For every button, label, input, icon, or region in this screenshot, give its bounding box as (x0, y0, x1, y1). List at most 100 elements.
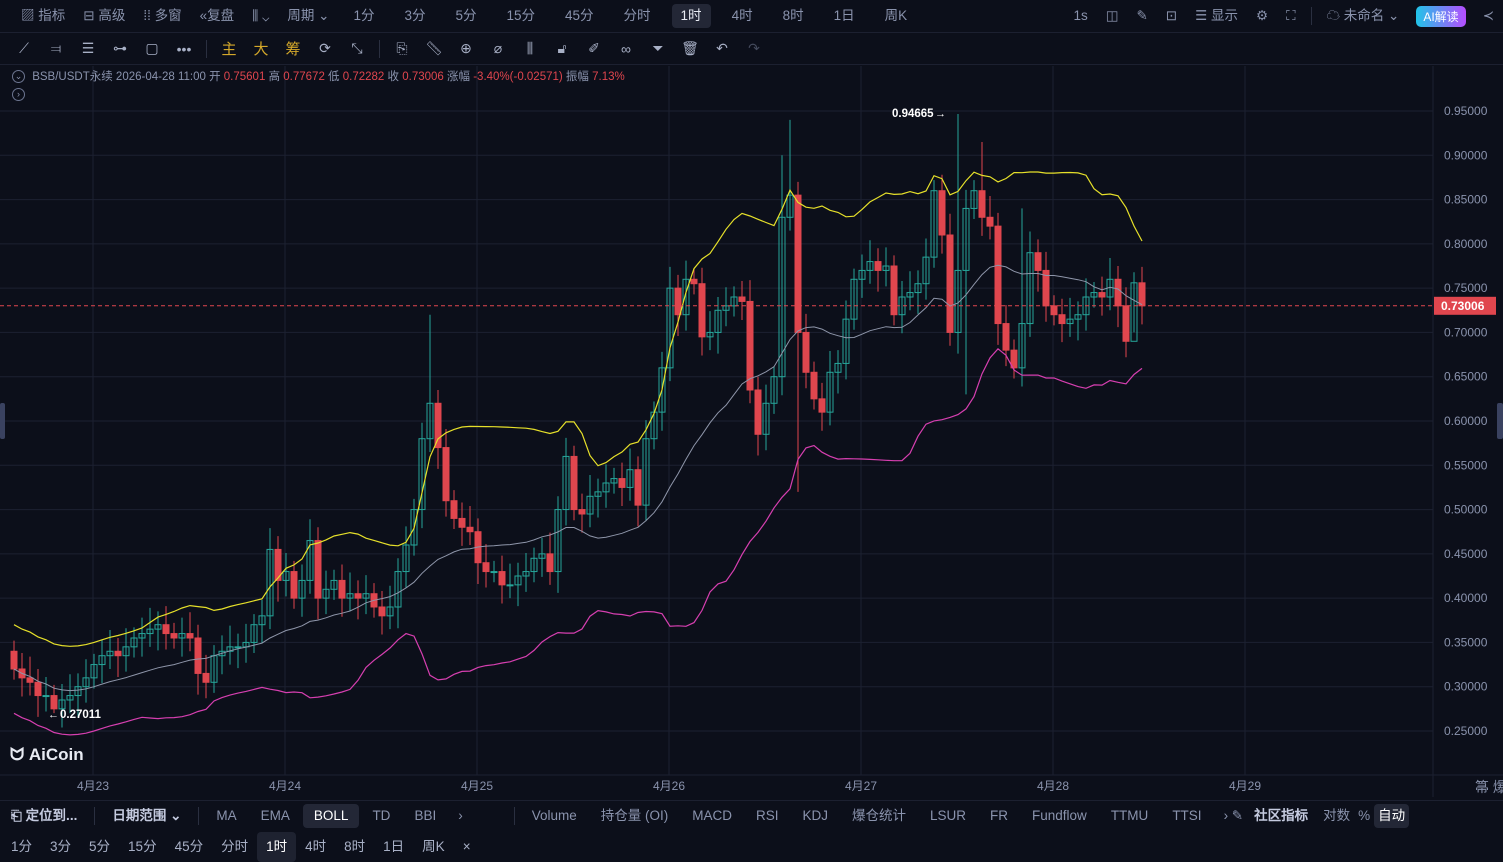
datetime: 2026-04-28 11:00 (115, 71, 206, 83)
undo-icon[interactable]: ↶ (706, 40, 738, 57)
ruler-icon[interactable]: 📏︎ (418, 40, 450, 57)
layout-dropdown[interactable]: ☁ 未命名 ⌄ (1318, 4, 1409, 28)
collapse-icon[interactable]: ⌄ (12, 70, 25, 84)
indicator-tab[interactable]: BOLL (302, 804, 360, 828)
candle-up (42, 695, 50, 698)
period-tab[interactable]: 1日 (825, 4, 864, 28)
advanced-button[interactable]: ⊟ 高级 (74, 4, 134, 28)
locate-button[interactable]: ⎗ 定位到... (0, 804, 88, 828)
period-button[interactable]: 5分 (80, 832, 119, 862)
more-tools-icon[interactable]: ••• (168, 41, 200, 57)
big-order-button[interactable]: 大 (245, 38, 277, 59)
sub-indicator-tab[interactable]: RSI (745, 804, 790, 828)
share-icon[interactable]: ≺ (1474, 4, 1503, 28)
time-tick: 4月29 (1229, 779, 1261, 793)
log-scale-toggle[interactable]: 对数 (1319, 804, 1354, 828)
magnet-icon[interactable]: ⌀ (482, 40, 514, 57)
replay-button[interactable]: «复盘 (191, 4, 244, 28)
close-period-bar-button[interactable]: × (454, 832, 480, 862)
sub-indicator-tab[interactable]: MACD (681, 804, 743, 828)
trash-icon[interactable]: 🗑︎ (674, 40, 706, 57)
display-button[interactable]: ☰ 显示 (1186, 4, 1247, 28)
refresh-rate[interactable]: 1s (1064, 4, 1096, 28)
period-button[interactable]: 8时 (335, 832, 374, 862)
percent-scale-toggle[interactable]: % (1354, 804, 1374, 828)
bookmark-icon[interactable]: ⎘ (386, 40, 418, 57)
fullscreen-icon[interactable]: ⛶ (1277, 4, 1304, 28)
community-indicators-button[interactable]: 社区指标 (1254, 804, 1319, 828)
candle-down (546, 553, 554, 573)
parallel-channel-icon[interactable]: ⫤ (40, 40, 72, 57)
period-button[interactable]: 1时 (257, 831, 297, 862)
indicator-tab[interactable]: EMA (250, 804, 301, 828)
sub-indicator-tab[interactable]: 持仓量 (OI) (590, 804, 680, 828)
indicator-tab[interactable]: MA (205, 804, 247, 828)
period-tab[interactable]: 3分 (395, 4, 434, 28)
auto-scale-toggle[interactable]: 自动 (1374, 804, 1410, 828)
candle-down (794, 194, 802, 333)
date-range-dropdown[interactable]: 日期范围 ⌄ (101, 804, 192, 828)
indicator-tab[interactable]: TD (361, 804, 401, 828)
camera-icon[interactable]: ◫ (1097, 4, 1128, 28)
sub-indicator-tab[interactable]: Fundflow (1021, 804, 1098, 828)
sub-indicator-tab[interactable]: FR (979, 804, 1019, 828)
sub-indicator-tab[interactable]: KDJ (792, 804, 840, 828)
main-force-button[interactable]: 主 (213, 38, 245, 59)
period-dropdown[interactable]: 周期 ⌄ (278, 4, 338, 28)
candles-icon[interactable]: ⫼ (514, 40, 546, 57)
link-icon[interactable]: ∞ (610, 41, 642, 57)
period-tab[interactable]: 1分 (344, 4, 383, 28)
settings-icon[interactable]: ⚙ (1247, 4, 1277, 28)
close-value: 0.73006 (402, 71, 444, 83)
ai-interpret-button[interactable]: AI解读 (1416, 5, 1466, 27)
candle-up (506, 584, 514, 587)
period-button[interactable]: 45分 (166, 832, 213, 862)
period-tab[interactable]: 分时 (615, 4, 660, 28)
note-icon[interactable]: ✐ (578, 40, 610, 57)
candle-down (442, 447, 450, 502)
more-sub-chevron[interactable]: › ✎ (1213, 804, 1255, 828)
line-tool-icon[interactable]: ⟋ (8, 40, 40, 57)
sub-indicator-tab[interactable]: Volume (521, 804, 588, 828)
horizontal-lines-icon[interactable]: ☰ (72, 40, 104, 57)
sub-indicator-tab[interactable]: LSUR (919, 804, 977, 828)
divider (94, 807, 96, 825)
low-value: 0.72282 (342, 71, 385, 83)
sub-indicator-tab[interactable]: TTSI (1161, 804, 1212, 828)
multi-window-button[interactable]: ⁞⁞ 多窗 (134, 4, 190, 28)
sub-indicator-tab[interactable]: TTMU (1100, 804, 1160, 828)
more-indicators-chevron[interactable]: › (447, 804, 474, 828)
period-tab[interactable]: 4时 (723, 4, 762, 28)
pencil-icon[interactable]: ✎ (1127, 4, 1156, 28)
period-tab[interactable]: 15分 (497, 4, 544, 28)
period-button[interactable]: 15分 (119, 832, 166, 862)
period-button[interactable]: 1日 (374, 832, 413, 862)
rectangle-icon[interactable]: ▢ (136, 40, 168, 57)
candlestick-chart[interactable]: 0.95000 0.90000 0.85000 0.80000 0.75000 0.700… (0, 66, 1503, 797)
filter-icon[interactable]: ⏷ (642, 40, 674, 57)
sub-indicator-tab[interactable]: 爆仓统计 (841, 804, 917, 828)
period-button[interactable]: 周K (413, 832, 454, 862)
add-window-icon[interactable]: ⊡ (1157, 4, 1186, 28)
price-tick: 0.25000 (1444, 724, 1488, 738)
indicator-tab[interactable]: BBI (403, 804, 447, 828)
period-tab[interactable]: 周K (876, 4, 917, 28)
indicators-button[interactable]: ▨ 指标 (12, 4, 74, 28)
hide-drawing-icon[interactable]: ⤡ (341, 40, 373, 57)
period-tab[interactable]: 8时 (774, 4, 813, 28)
redo-icon[interactable]: ↷ (738, 40, 770, 57)
zoom-icon[interactable]: ⊕ (450, 40, 482, 57)
chips-button[interactable]: 筹 (277, 38, 309, 59)
period-button[interactable]: 4时 (296, 832, 335, 862)
period-tab[interactable]: 1时 (671, 4, 711, 28)
period-button[interactable]: 1分 (2, 832, 41, 862)
period-tab[interactable]: 45分 (556, 4, 603, 28)
expand-icon[interactable]: › (12, 88, 25, 101)
period-button[interactable]: 3分 (41, 832, 80, 862)
lock-icon[interactable]: 🔓︎ (546, 40, 578, 57)
candle-type-dropdown[interactable]: ⫼ ⌄ (243, 4, 278, 28)
period-tab[interactable]: 5分 (446, 4, 485, 28)
period-button[interactable]: 分时 (212, 832, 257, 862)
horizontal-ray-icon[interactable]: ⊶ (104, 40, 136, 57)
sync-drawing-icon[interactable]: ⟳ (309, 40, 341, 57)
